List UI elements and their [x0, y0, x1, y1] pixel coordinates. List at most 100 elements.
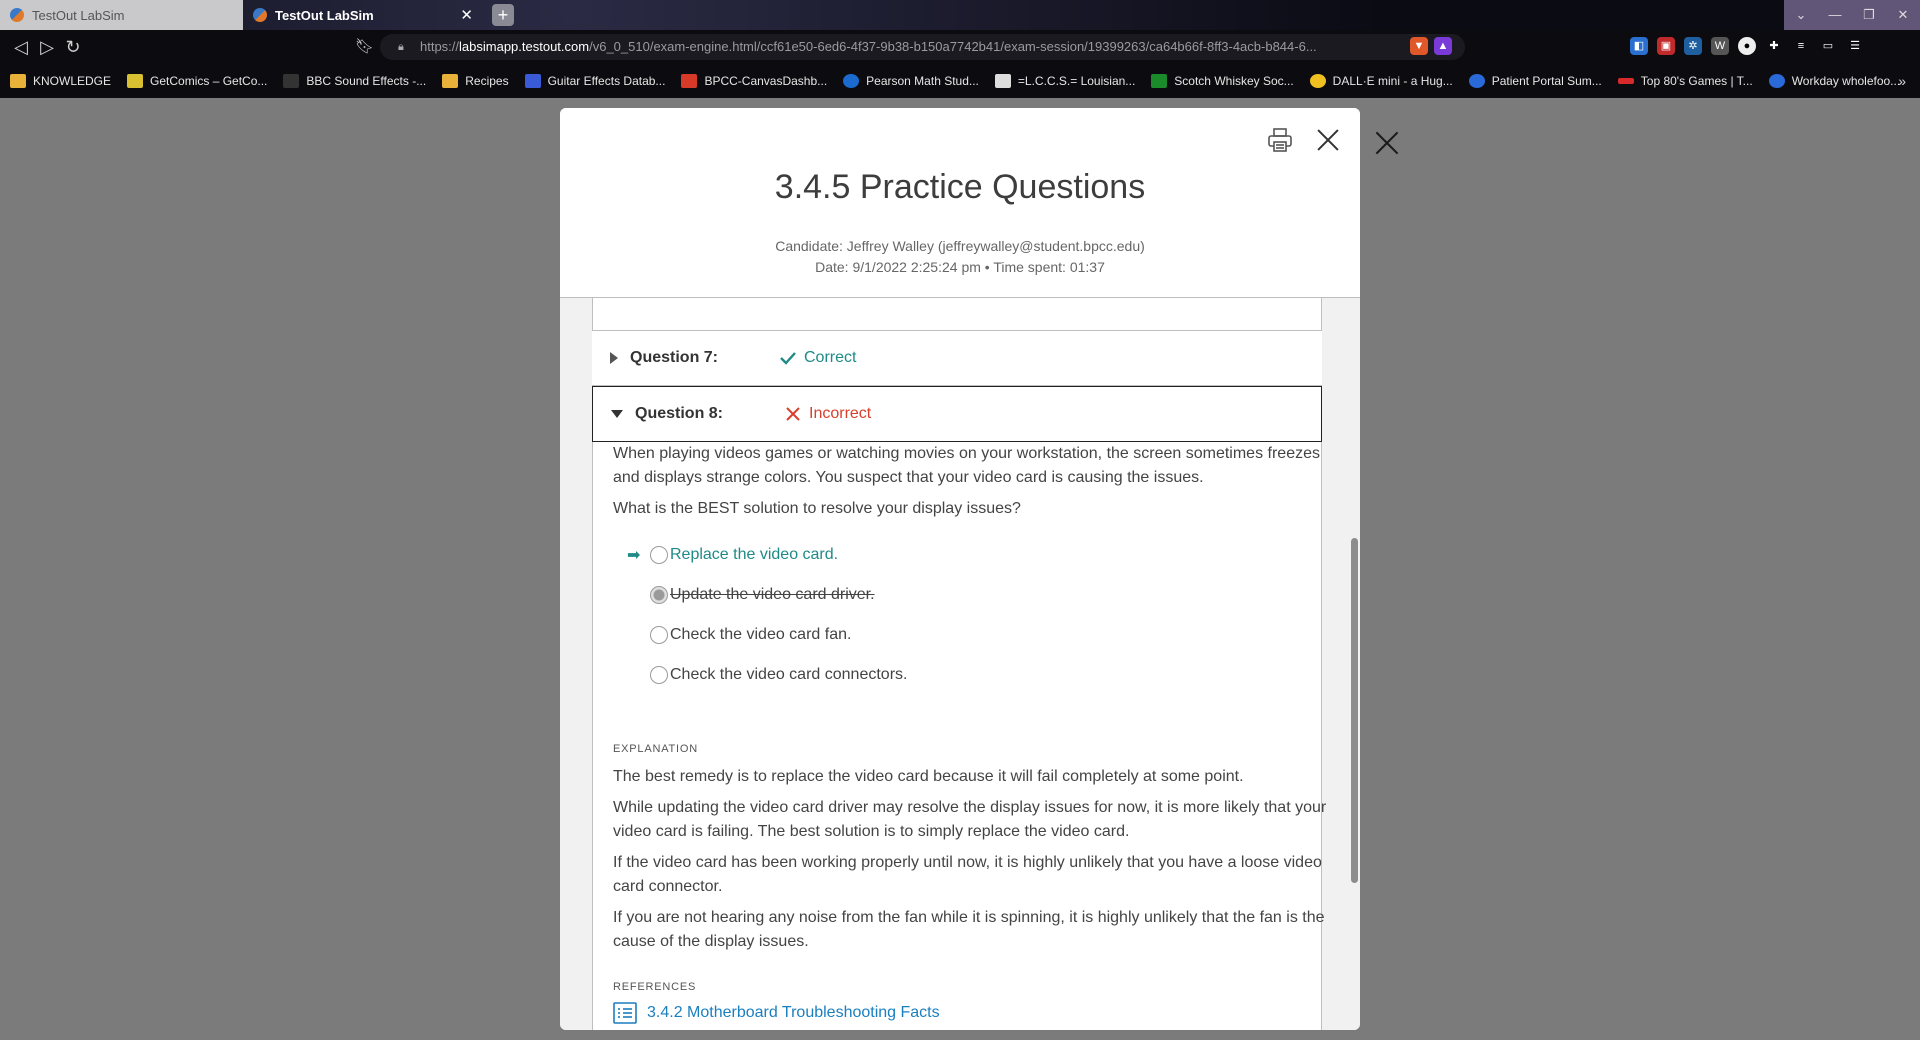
extension-icons: ◧ ▣ ✲ W ● ✚ ≡ ▭ ☰ [1630, 37, 1864, 55]
bookmarks-overflow-button[interactable]: » [1898, 73, 1906, 89]
answer-option[interactable]: Check the video card connectors. [650, 666, 907, 684]
wallet-icon[interactable]: ▭ [1819, 37, 1837, 55]
extension-icon[interactable]: W [1711, 37, 1729, 55]
bookmark-item[interactable]: BBC Sound Effects -... [283, 74, 426, 88]
modal-close-icon[interactable] [1316, 128, 1340, 152]
status-badge: Incorrect [785, 405, 871, 423]
brave-shield-icon[interactable]: ▼ [1410, 37, 1428, 55]
correct-answer-arrow-icon: ➡ [627, 547, 641, 564]
bookmark-item[interactable]: KNOWLEDGE [10, 74, 111, 88]
playlist-icon[interactable]: ≡ [1792, 37, 1810, 55]
answer-option[interactable]: Replace the video card. [650, 546, 838, 564]
reference-link[interactable]: 3.4.2 Motherboard Troubleshooting Facts [613, 1002, 940, 1024]
folder-icon [442, 74, 459, 88]
tab-title: TestOut LabSim [32, 7, 125, 23]
tab-search-icon[interactable]: ⌄ [1784, 0, 1818, 30]
question-label: Question 7: [630, 349, 719, 366]
window-close-icon[interactable]: ✕ [1886, 0, 1920, 30]
menu-icon[interactable]: ☰ [1846, 37, 1864, 55]
restore-icon[interactable]: ❐ [1852, 0, 1886, 30]
folder-icon [10, 74, 26, 88]
new-tab-button[interactable]: + [492, 4, 514, 26]
back-icon[interactable]: ◁ [8, 37, 34, 58]
explanation-paragraph: The best remedy is to replace the video … [613, 768, 1244, 785]
bbc-icon [283, 74, 300, 88]
site-icon [994, 74, 1011, 88]
candidate-info: Candidate: Jeffrey Walley (jeffreywalley… [775, 238, 1145, 254]
expand-caret-icon [610, 352, 618, 364]
bookmark-item[interactable]: DALL·E mini - a Hug... [1309, 74, 1453, 88]
bookmark-item[interactable]: GetComics – GetCo... [127, 74, 267, 88]
question-row-7[interactable]: Question 7: Correct [592, 330, 1322, 386]
puzzle-extensions-icon[interactable]: ✚ [1765, 37, 1783, 55]
close-icon[interactable] [1374, 130, 1400, 156]
rewards-icon[interactable]: ▲ [1434, 37, 1452, 55]
url-path: /v6_0_510/exam-engine.html/ccf61e50-6ed6… [589, 39, 1317, 54]
x-mark-icon [786, 407, 800, 421]
radio-button[interactable] [650, 586, 668, 604]
site-icon [127, 74, 144, 88]
bookmark-item[interactable]: Recipes [442, 74, 509, 88]
testout-favicon-icon [253, 8, 267, 22]
site-icon [524, 74, 541, 88]
browser-tab-active[interactable]: TestOut LabSim ✕ [243, 0, 483, 30]
bookmark-item[interactable]: Pearson Math Stud... [843, 74, 979, 88]
bookmark-page-icon[interactable]: 🔖︎ [355, 37, 374, 55]
question-row-8[interactable]: Question 8: Incorrect [592, 386, 1322, 442]
url-prefix: https:// [420, 39, 460, 54]
bookmark-item[interactable]: Top 80's Games | T... [1617, 74, 1753, 88]
bookmark-item[interactable]: Guitar Effects Datab... [524, 74, 665, 88]
extension-icon[interactable]: ◧ [1630, 37, 1648, 55]
extension-icon[interactable]: ✲ [1684, 37, 1702, 55]
collapse-caret-icon [611, 410, 623, 418]
browser-tab[interactable]: TestOut LabSim [0, 0, 243, 30]
bookmark-item[interactable]: BPCC-CanvasDashb... [681, 74, 827, 88]
workday-icon [1768, 74, 1785, 88]
tab-title: TestOut LabSim [275, 7, 374, 23]
lock-icon: 🔒︎ [398, 41, 404, 53]
explanation-heading: EXPLANATION [613, 743, 699, 755]
page-title: 3.4.5 Practice Questions [774, 168, 1146, 206]
session-info: Date: 9/1/2022 2:25:24 pm • Time spent: … [815, 259, 1105, 275]
bookmark-item[interactable]: Patient Portal Sum... [1468, 74, 1602, 88]
list-document-icon [613, 1002, 637, 1024]
answer-option[interactable]: Check the video card fan. [650, 626, 851, 644]
url-host: labsimapp.testout.com [459, 39, 590, 54]
scrollbar[interactable] [1351, 538, 1358, 883]
bookmark-item[interactable]: Workday wholefoo... [1768, 74, 1900, 88]
radio-button[interactable] [650, 626, 668, 644]
status-badge: Correct [780, 349, 856, 367]
huggingface-icon [1309, 74, 1326, 88]
extension-icon[interactable]: ▣ [1657, 37, 1675, 55]
browser-tab-strip: TestOut LabSim TestOut LabSim ✕ + ⌄ — ❐ … [0, 0, 1920, 30]
references-heading: REFERENCES [613, 981, 697, 993]
bookmark-item[interactable]: Scotch Whiskey Soc... [1151, 74, 1294, 88]
window-controls: ⌄ — ❐ ✕ [1784, 0, 1920, 30]
radio-button[interactable] [650, 546, 668, 564]
testout-favicon-icon [10, 8, 24, 22]
answer-option-selected[interactable]: Update the video card driver. [650, 586, 875, 604]
question-stem: When playing videos games or watching mo… [613, 445, 1320, 486]
print-icon[interactable] [1266, 126, 1294, 154]
bookmarks-bar: KNOWLEDGE GetComics – GetCo... BBC Sound… [0, 64, 1920, 98]
forward-icon[interactable]: ▷ [34, 37, 60, 58]
site-icon [1151, 74, 1168, 88]
address-bar[interactable]: 🔒︎ https://labsimapp.testout.com/v6_0_51… [380, 34, 1465, 60]
page-backdrop: 3.4.5 Practice Questions Candidate: Jeff… [0, 98, 1920, 1040]
explanation-paragraph: If you are not hearing any noise from th… [613, 909, 1325, 950]
checkmark-icon [780, 352, 796, 365]
tab-close-icon[interactable]: ✕ [460, 6, 473, 24]
bookmark-item[interactable]: =L.C.C.S.= Louisian... [994, 74, 1135, 88]
explanation-paragraph: If the video card has been working prope… [613, 854, 1322, 895]
radio-button[interactable] [650, 666, 668, 684]
reload-icon[interactable]: ↻ [60, 37, 86, 58]
extensions-area: ▼ ▲ [1410, 37, 1452, 55]
browser-toolbar: ◁ ▷ ↻ 🔖︎ 🔒︎ https://labsimapp.testout.co… [0, 30, 1920, 64]
extension-icon[interactable]: ● [1738, 37, 1756, 55]
modal-header: 3.4.5 Practice Questions Candidate: Jeff… [560, 108, 1360, 298]
minimize-icon[interactable]: — [1818, 0, 1852, 30]
explanation-paragraph: While updating the video card driver may… [613, 799, 1327, 840]
question-prompt: What is the BEST solution to resolve you… [613, 500, 1021, 517]
question-label: Question 8: [635, 405, 724, 422]
pearson-icon [843, 74, 860, 88]
